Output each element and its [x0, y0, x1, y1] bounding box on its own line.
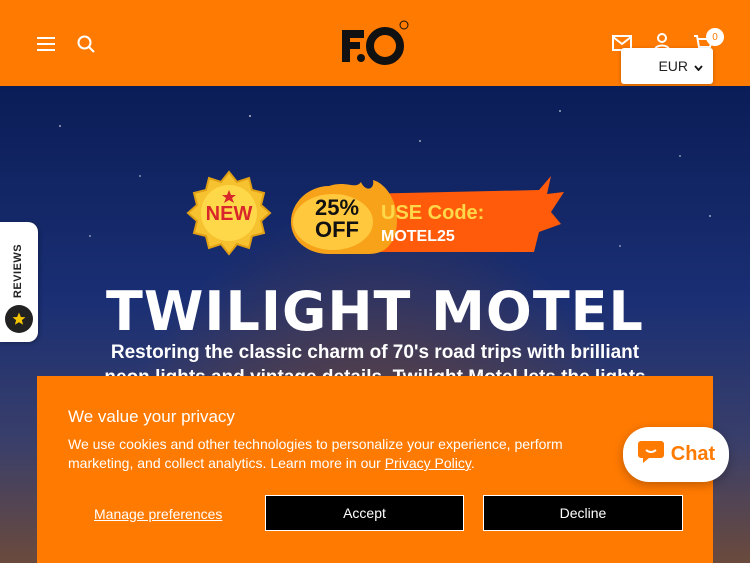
currency-value: EUR — [658, 58, 688, 74]
new-badge-label: NEW — [205, 203, 253, 225]
promo-discount-line2: OFF — [315, 217, 359, 242]
manage-preferences-link[interactable]: Manage preferences — [94, 506, 222, 522]
accept-button[interactable]: Accept — [265, 495, 464, 531]
currency-selector[interactable]: EUR — [621, 48, 713, 84]
new-badge: NEW — [186, 170, 272, 256]
promo-code: MOTEL25 — [381, 228, 455, 245]
star-icon[interactable] — [5, 305, 33, 333]
cart-count-badge: 0 — [706, 28, 724, 46]
search-icon[interactable] — [74, 32, 98, 56]
promo-use-code: USE Code: — [381, 202, 485, 224]
cookie-text: We use cookies and other technologies to… — [68, 435, 628, 473]
logo[interactable] — [340, 20, 410, 68]
cookie-title: We value your privacy — [68, 407, 235, 426]
chat-button[interactable]: Chat — [623, 427, 729, 482]
chat-label: Chat — [670, 443, 716, 465]
cookie-text-suffix: . — [470, 455, 475, 471]
promo-discount: 25% OFF — [297, 197, 377, 241]
promo-discount-line1: 25% — [314, 195, 360, 220]
chat-bubble-icon — [637, 439, 665, 470]
decline-button[interactable]: Decline — [483, 495, 683, 531]
hero-title: TWILIGHT MOTEL — [106, 280, 644, 343]
reviews-tab-label[interactable]: REVIEWS — [0, 244, 44, 298]
cookie-banner: We value your privacy We use cookies and… — [37, 376, 713, 563]
site-header: 0 EUR — [0, 0, 750, 86]
cookie-description: We use cookies and other technologies to… — [68, 436, 563, 471]
chevron-down-icon — [694, 58, 703, 74]
promo-badge: 25% OFF USE Code: MOTEL25 — [289, 172, 564, 256]
hamburger-icon[interactable] — [34, 32, 58, 56]
privacy-policy-link[interactable]: Privacy Policy — [385, 455, 471, 471]
